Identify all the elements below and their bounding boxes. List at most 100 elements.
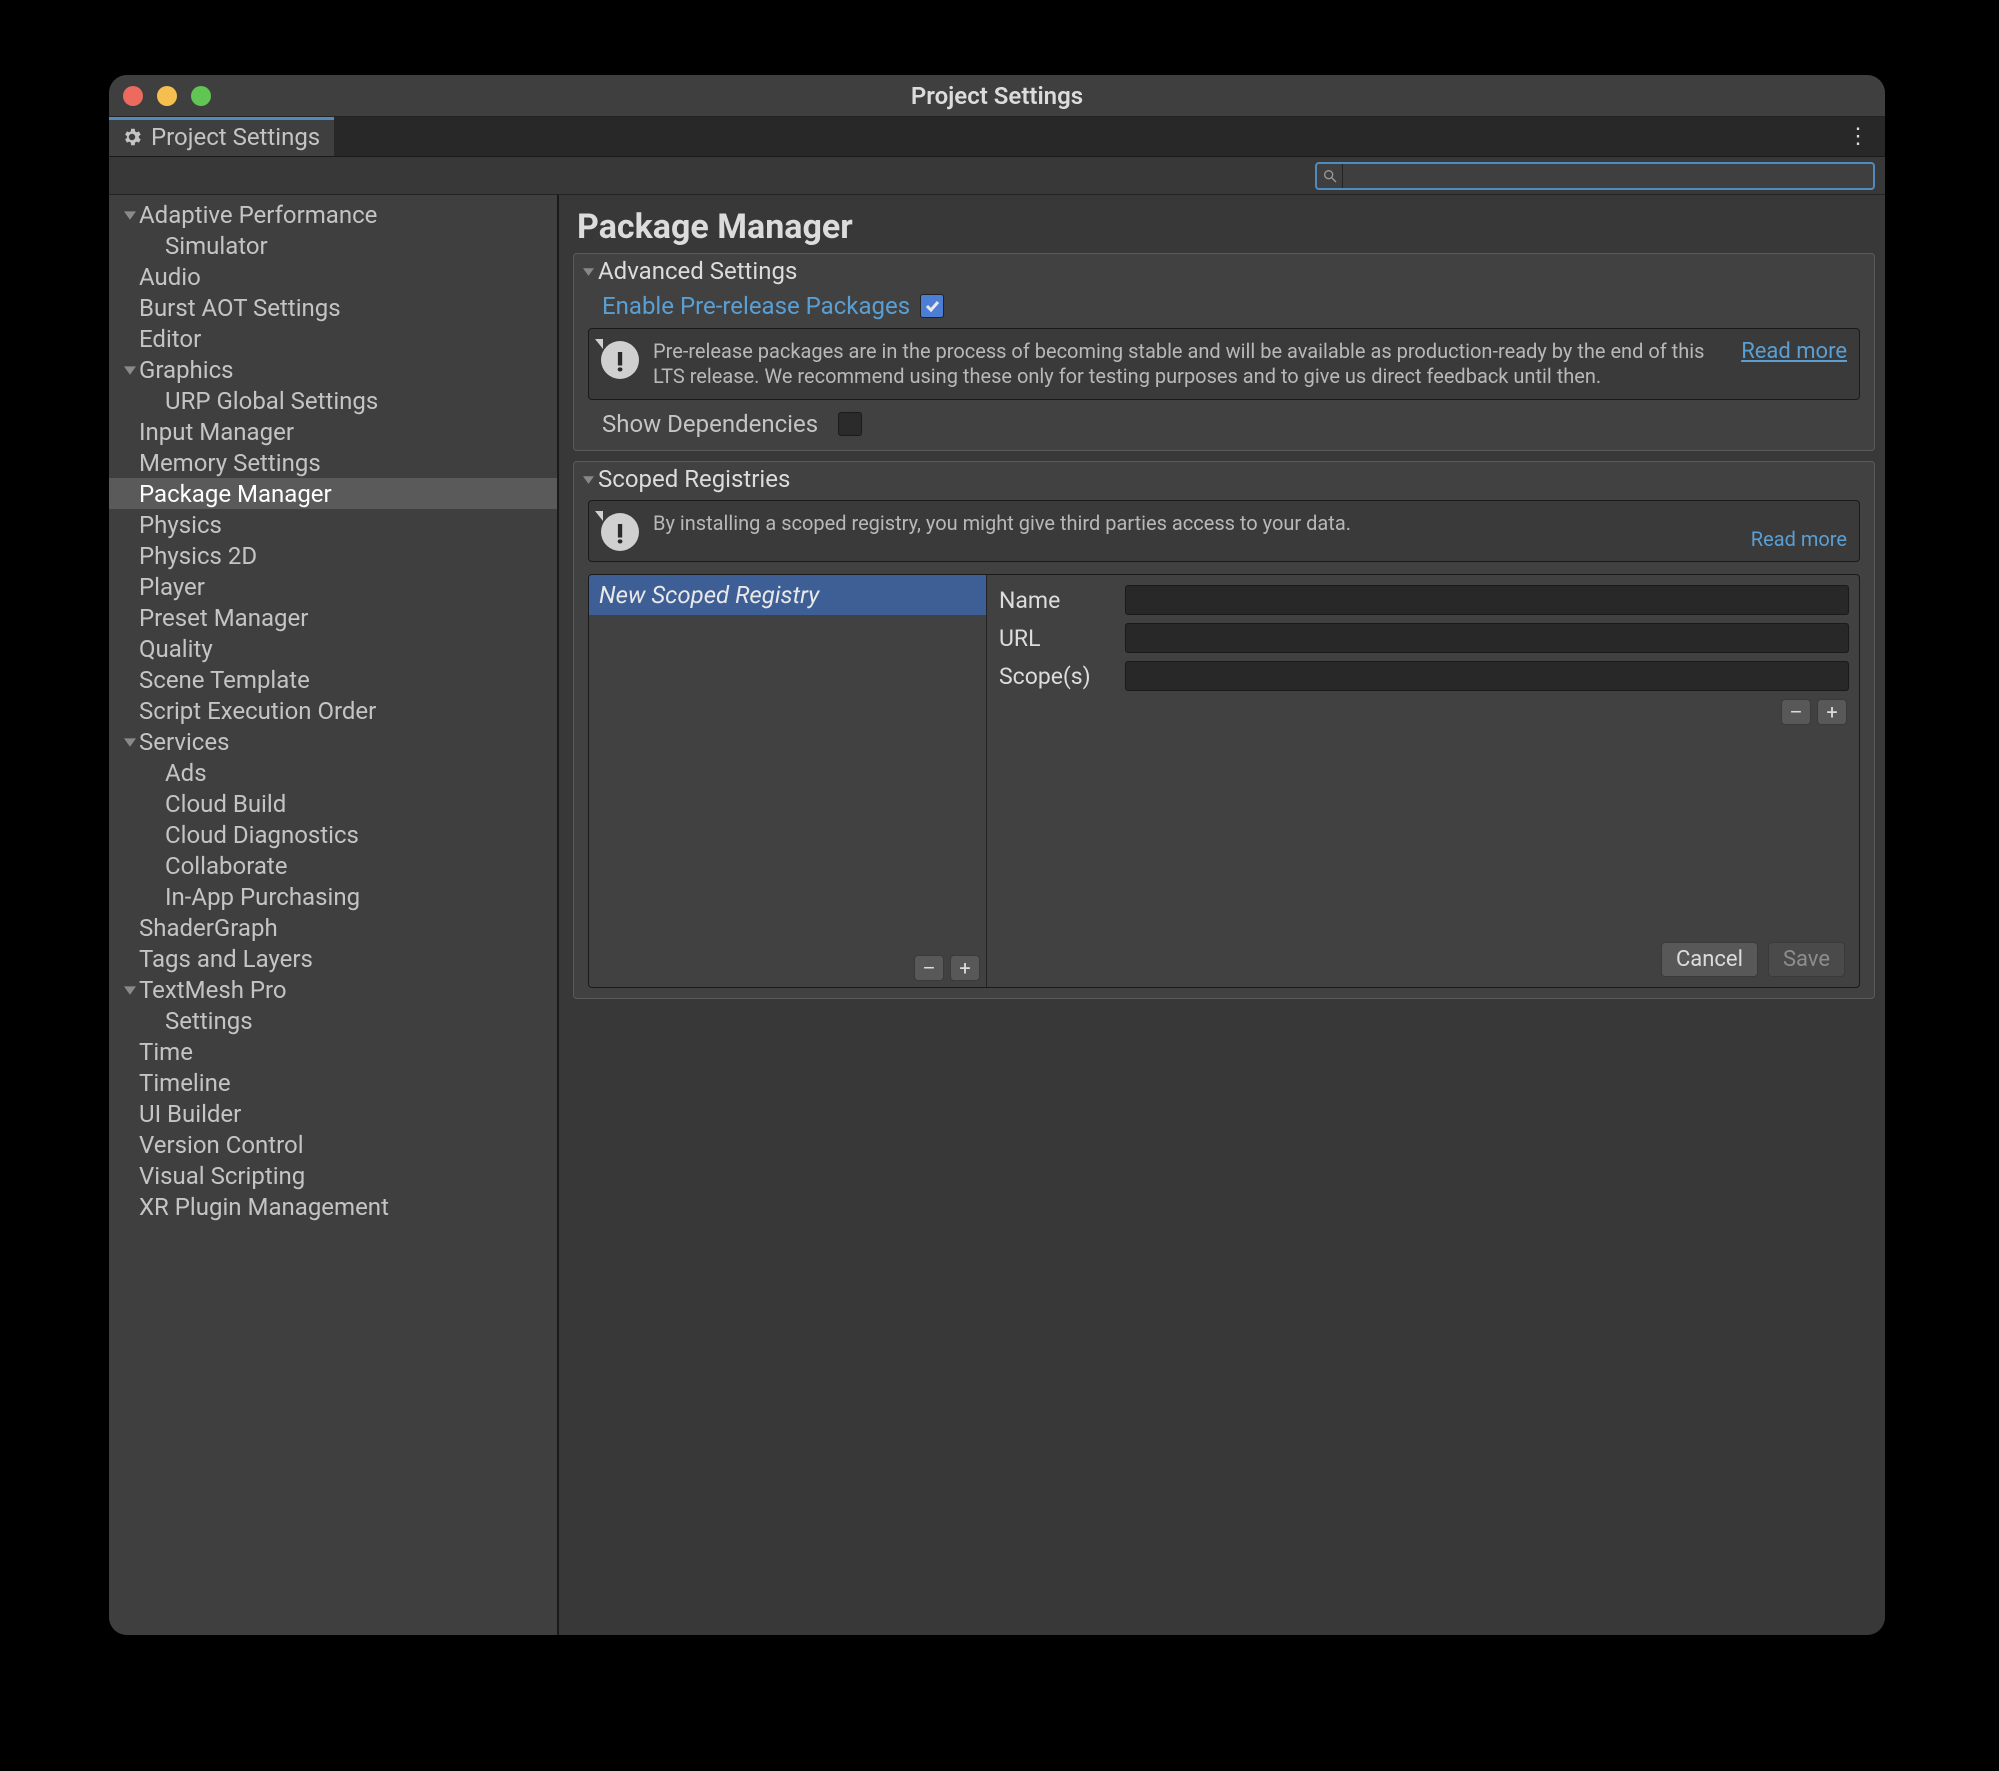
sidebar-item[interactable]: Services (109, 726, 557, 757)
info-icon: i (601, 513, 639, 551)
minimize-window-icon[interactable] (157, 86, 177, 106)
sidebar-item-label: Visual Scripting (139, 1162, 305, 1190)
sidebar-item[interactable]: Editor (109, 323, 557, 354)
sidebar-item-label: Settings (165, 1007, 253, 1035)
sidebar-item[interactable]: Cloud Build (109, 788, 557, 819)
sidebar-item[interactable]: Input Manager (109, 416, 557, 447)
sidebar-item[interactable]: Package Manager (109, 478, 557, 509)
registry-name-input[interactable] (1125, 585, 1849, 615)
registry-form: Name URL Scope(s) (997, 575, 1859, 987)
section-header-advanced[interactable]: Advanced Settings (574, 254, 1874, 288)
close-window-icon[interactable] (123, 86, 143, 106)
registry-list-item[interactable]: New Scoped Registry (589, 575, 986, 615)
enable-prerelease-checkbox[interactable] (920, 294, 944, 318)
sidebar-item[interactable]: Physics 2D (109, 540, 557, 571)
chevron-down-icon[interactable] (121, 209, 139, 221)
sidebar-item[interactable]: Quality (109, 633, 557, 664)
sidebar-item[interactable]: TextMesh Pro (109, 974, 557, 1005)
save-button[interactable]: Save (1768, 942, 1845, 977)
sidebar-item-label: Burst AOT Settings (139, 294, 341, 322)
sidebar-item-label: Audio (139, 263, 201, 291)
cancel-button[interactable]: Cancel (1661, 942, 1758, 977)
show-dependencies-checkbox[interactable] (838, 412, 862, 436)
search-icon (1317, 164, 1343, 188)
sidebar-item[interactable]: Scene Template (109, 664, 557, 695)
sidebar-item-label: ShaderGraph (139, 914, 278, 942)
form-label-name: Name (999, 587, 1115, 614)
registry-list[interactable]: New Scoped Registry – + (589, 575, 987, 987)
scoped-registry-panel: New Scoped Registry – + Name (588, 574, 1860, 988)
sidebar-item-label: UI Builder (139, 1100, 241, 1128)
sidebar-item[interactable]: Ads (109, 757, 557, 788)
sidebar[interactable]: Adaptive PerformanceSimulatorAudio Burst … (109, 195, 559, 1635)
zoom-window-icon[interactable] (191, 86, 211, 106)
sidebar-item-label: Cloud Diagnostics (165, 821, 359, 849)
sidebar-item-label: Input Manager (139, 418, 294, 446)
sidebar-item[interactable]: Physics (109, 509, 557, 540)
chevron-down-icon (580, 266, 596, 277)
titlebar: Project Settings (109, 75, 1885, 117)
read-more-link[interactable]: Read more (1741, 339, 1847, 364)
sidebar-item-label: Adaptive Performance (139, 201, 377, 229)
read-more-link[interactable]: Read more (1751, 527, 1847, 551)
section-header-scoped[interactable]: Scoped Registries (574, 462, 1874, 496)
scope-add-button[interactable]: + (1817, 699, 1847, 725)
chevron-down-icon[interactable] (121, 736, 139, 748)
sidebar-item[interactable]: Collaborate (109, 850, 557, 881)
registry-url-input[interactable] (1125, 623, 1849, 653)
sidebar-item[interactable]: Player (109, 571, 557, 602)
tabbar: Project Settings ⋮ (109, 117, 1885, 157)
sidebar-item[interactable]: In-App Purchasing (109, 881, 557, 912)
sidebar-item[interactable]: Cloud Diagnostics (109, 819, 557, 850)
sidebar-item-label: Script Execution Order (139, 697, 376, 725)
window-title: Project Settings (911, 82, 1083, 110)
prerelease-info-box: i Pre-release packages are in the proces… (588, 328, 1860, 400)
tab-project-settings[interactable]: Project Settings (109, 117, 334, 156)
sidebar-item-label: Collaborate (165, 852, 288, 880)
sidebar-item[interactable]: Audio (109, 261, 557, 292)
sidebar-item[interactable]: Version Control (109, 1129, 557, 1160)
sidebar-item[interactable]: Memory Settings (109, 447, 557, 478)
search-row (109, 157, 1885, 195)
registry-add-button[interactable]: + (950, 955, 980, 981)
scoped-info-box: i By installing a scoped registry, you m… (588, 500, 1860, 562)
sidebar-item[interactable]: Simulator (109, 230, 557, 261)
chevron-down-icon[interactable] (121, 984, 139, 996)
sidebar-item[interactable]: Adaptive Performance (109, 199, 557, 230)
sidebar-item[interactable]: Settings (109, 1005, 557, 1036)
sidebar-item[interactable]: ShaderGraph (109, 912, 557, 943)
search-input[interactable] (1343, 165, 1873, 186)
sidebar-item-label: Physics 2D (139, 542, 257, 570)
sidebar-item-label: Graphics (139, 356, 234, 384)
sidebar-item[interactable]: Tags and Layers (109, 943, 557, 974)
sidebar-item-label: Scene Template (139, 666, 310, 694)
sidebar-item[interactable]: URP Global Settings (109, 385, 557, 416)
sidebar-item[interactable]: Visual Scripting (109, 1160, 557, 1191)
search-input-wrap[interactable] (1315, 162, 1875, 190)
sidebar-item[interactable]: XR Plugin Management (109, 1191, 557, 1222)
sidebar-item[interactable]: Burst AOT Settings (109, 292, 557, 323)
chevron-down-icon[interactable] (121, 364, 139, 376)
tab-label: Project Settings (151, 123, 320, 151)
enable-prerelease-label: Enable Pre-release Packages (602, 292, 910, 320)
form-label-url: URL (999, 625, 1115, 652)
main-panel: Package Manager Advanced Settings Enable… (559, 195, 1885, 1635)
sidebar-item-label: Cloud Build (165, 790, 286, 818)
page-title: Package Manager (577, 207, 1875, 247)
sidebar-item-label: Preset Manager (139, 604, 308, 632)
sidebar-item-label: Timeline (139, 1069, 231, 1097)
window: Project Settings Project Settings ⋮ Adap… (109, 75, 1885, 1635)
sidebar-item[interactable]: UI Builder (109, 1098, 557, 1129)
registry-remove-button[interactable]: – (914, 955, 944, 981)
sidebar-item[interactable]: Preset Manager (109, 602, 557, 633)
form-label-scopes: Scope(s) (999, 663, 1115, 690)
registry-scopes-input[interactable] (1125, 661, 1849, 691)
scope-remove-button[interactable]: – (1781, 699, 1811, 725)
kebab-menu-icon[interactable]: ⋮ (1841, 117, 1875, 156)
sidebar-item[interactable]: Graphics (109, 354, 557, 385)
sidebar-item-label: XR Plugin Management (139, 1193, 389, 1221)
sidebar-item[interactable]: Time (109, 1036, 557, 1067)
sidebar-item[interactable]: Timeline (109, 1067, 557, 1098)
sidebar-item[interactable]: Script Execution Order (109, 695, 557, 726)
section-advanced-settings: Advanced Settings Enable Pre-release Pac… (573, 253, 1875, 451)
